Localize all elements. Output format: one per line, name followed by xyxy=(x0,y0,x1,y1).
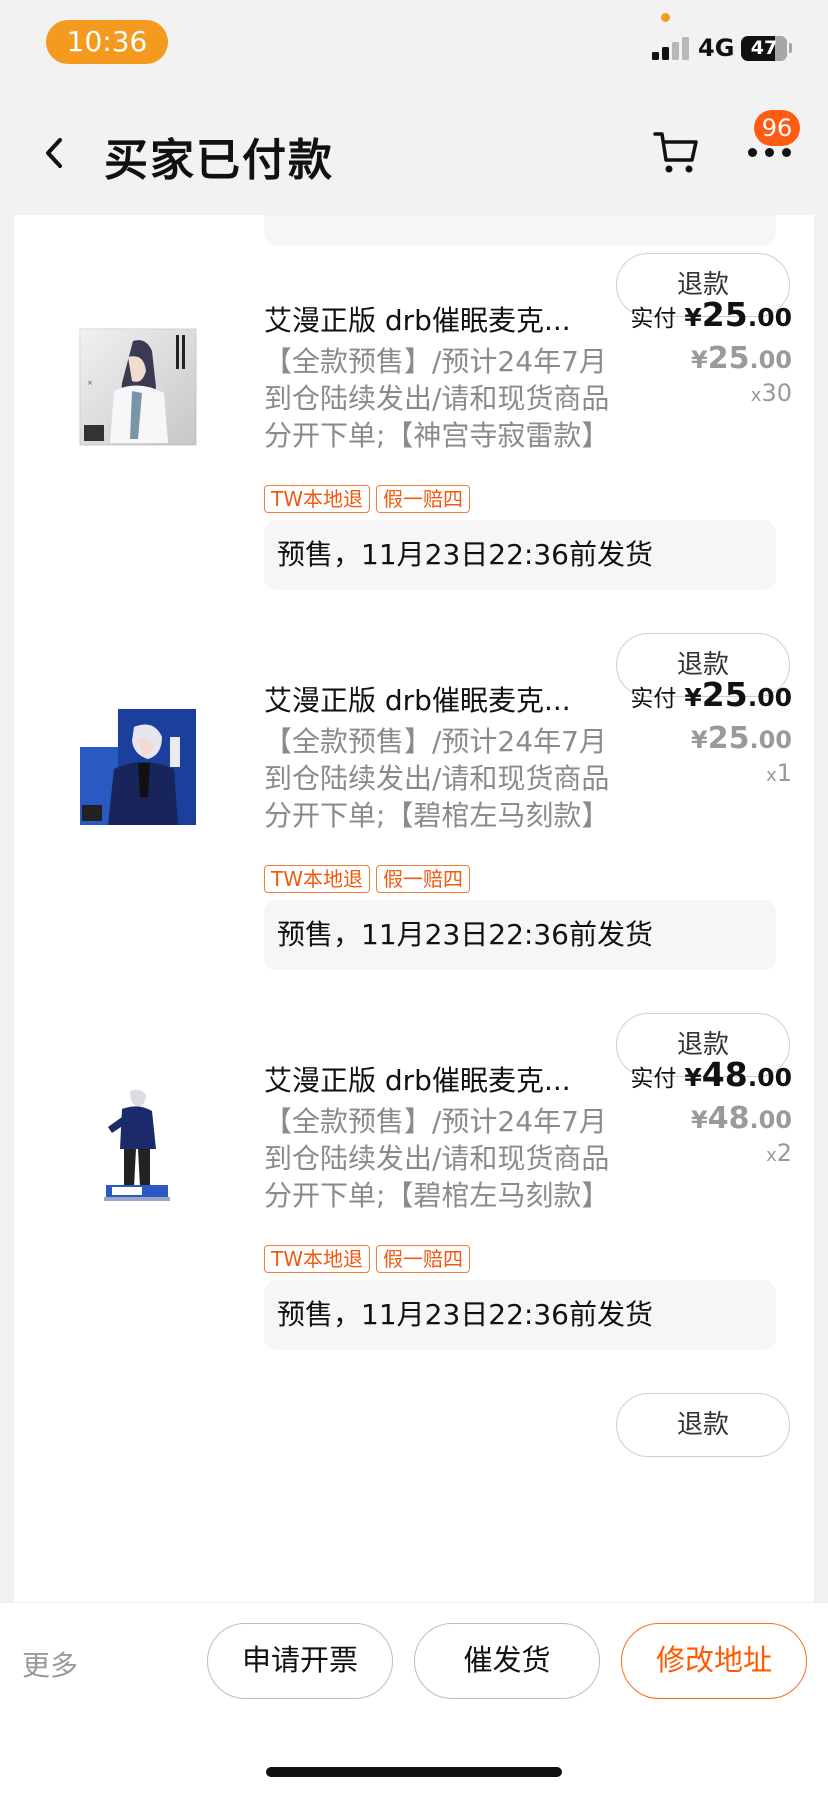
service-tags: TW本地退 假一赔四 xyxy=(264,865,476,893)
tag-fake-compensation: 假一赔四 xyxy=(376,485,470,513)
product-title[interactable]: 艾漫正版 drb催眠麦克... xyxy=(264,679,624,719)
cart-icon xyxy=(653,132,698,173)
status-time: 10:36 xyxy=(46,20,168,64)
change-address-button[interactable]: 修改地址 xyxy=(621,1623,807,1699)
unit-price: ¥48.00 xyxy=(691,1101,792,1136)
paid-price: 实付 ¥25.00 xyxy=(630,295,792,334)
product-spec: 【全款预售】/预计24年7月到仓陆续发出/请和现货商品分开下单;【碧棺左马刻款】 xyxy=(264,725,610,832)
quantity: x30 xyxy=(750,379,792,407)
samatoki-acrylic-stand-icon xyxy=(78,1087,198,1207)
product-spec: 【全款预售】/预计24年7月到仓陆续发出/请和现货商品分开下单;【碧棺左马刻款】 xyxy=(264,1105,610,1212)
product-thumbnail[interactable] xyxy=(78,707,198,827)
urge-shipping-button[interactable]: 催发货 xyxy=(414,1623,600,1699)
cellular-signal-icon xyxy=(652,36,690,60)
tag-fake-compensation: 假一赔四 xyxy=(376,1245,470,1273)
network-type: 4G xyxy=(698,34,735,62)
paid-price: 实付 ¥25.00 xyxy=(630,675,792,714)
unit-price: ¥25.00 xyxy=(691,341,792,376)
unit-price: ¥25.00 xyxy=(691,721,792,756)
notification-badge: 96 xyxy=(754,110,800,146)
tag-local-return: TW本地退 xyxy=(264,485,370,513)
svg-text:×: × xyxy=(87,379,93,387)
service-tags: TW本地退 假一赔四 xyxy=(264,485,476,513)
shipping-info: 预售，11月23日22:36前发货 xyxy=(264,1280,776,1350)
product-thumbnail[interactable]: × xyxy=(78,327,198,447)
paid-price: 实付 ¥48.00 xyxy=(630,1055,792,1094)
service-tags: TW本地退 假一赔四 xyxy=(264,1245,476,1273)
quantity: x1 xyxy=(766,759,792,787)
product-title[interactable]: 艾漫正版 drb催眠麦克... xyxy=(264,299,624,339)
previous-shipping-box xyxy=(264,215,776,245)
status-bar: 10:36 4G 47 xyxy=(0,0,828,90)
tag-local-return: TW本地退 xyxy=(264,865,370,893)
shinjuku-jakurai-acrylic-art-icon: × xyxy=(79,328,197,446)
order-items-card: 退款 × 艾漫正版 drb催眠麦克... 【全款预售】/预计24年7月到仓陆续发… xyxy=(14,215,814,1602)
refund-button[interactable]: 退款 xyxy=(616,1393,790,1457)
shipping-info: 预售，11月23日22:36前发货 xyxy=(264,900,776,970)
product-title[interactable]: 艾漫正版 drb催眠麦克... xyxy=(264,1059,624,1099)
yokohama-samatoki-acrylic-art-icon xyxy=(80,709,196,825)
battery-level: 47 xyxy=(750,37,778,59)
nav-bar: 买家已付款 96 xyxy=(0,90,828,215)
tag-fake-compensation: 假一赔四 xyxy=(376,865,470,893)
more-actions-link[interactable]: 更多 xyxy=(22,1633,78,1699)
chevron-left-icon xyxy=(46,138,62,168)
cart-button[interactable] xyxy=(652,126,700,176)
tag-local-return: TW本地退 xyxy=(264,1245,370,1273)
shipping-info: 预售，11月23日22:36前发货 xyxy=(264,520,776,590)
battery-icon: 47 xyxy=(741,36,787,61)
quantity: x2 xyxy=(766,1139,792,1167)
request-invoice-button[interactable]: 申请开票 xyxy=(207,1623,393,1699)
product-spec: 【全款预售】/预计24年7月到仓陆续发出/请和现货商品分开下单;【神宫寺寂雷款】 xyxy=(264,345,610,452)
privacy-dot-icon xyxy=(661,13,670,22)
home-indicator xyxy=(266,1767,562,1777)
page-title: 买家已付款 xyxy=(104,135,334,186)
back-button[interactable] xyxy=(36,128,76,178)
bottom-action-bar: 更多 申请开票 催发货 修改地址 xyxy=(0,1602,828,1793)
product-thumbnail[interactable] xyxy=(78,1087,198,1207)
